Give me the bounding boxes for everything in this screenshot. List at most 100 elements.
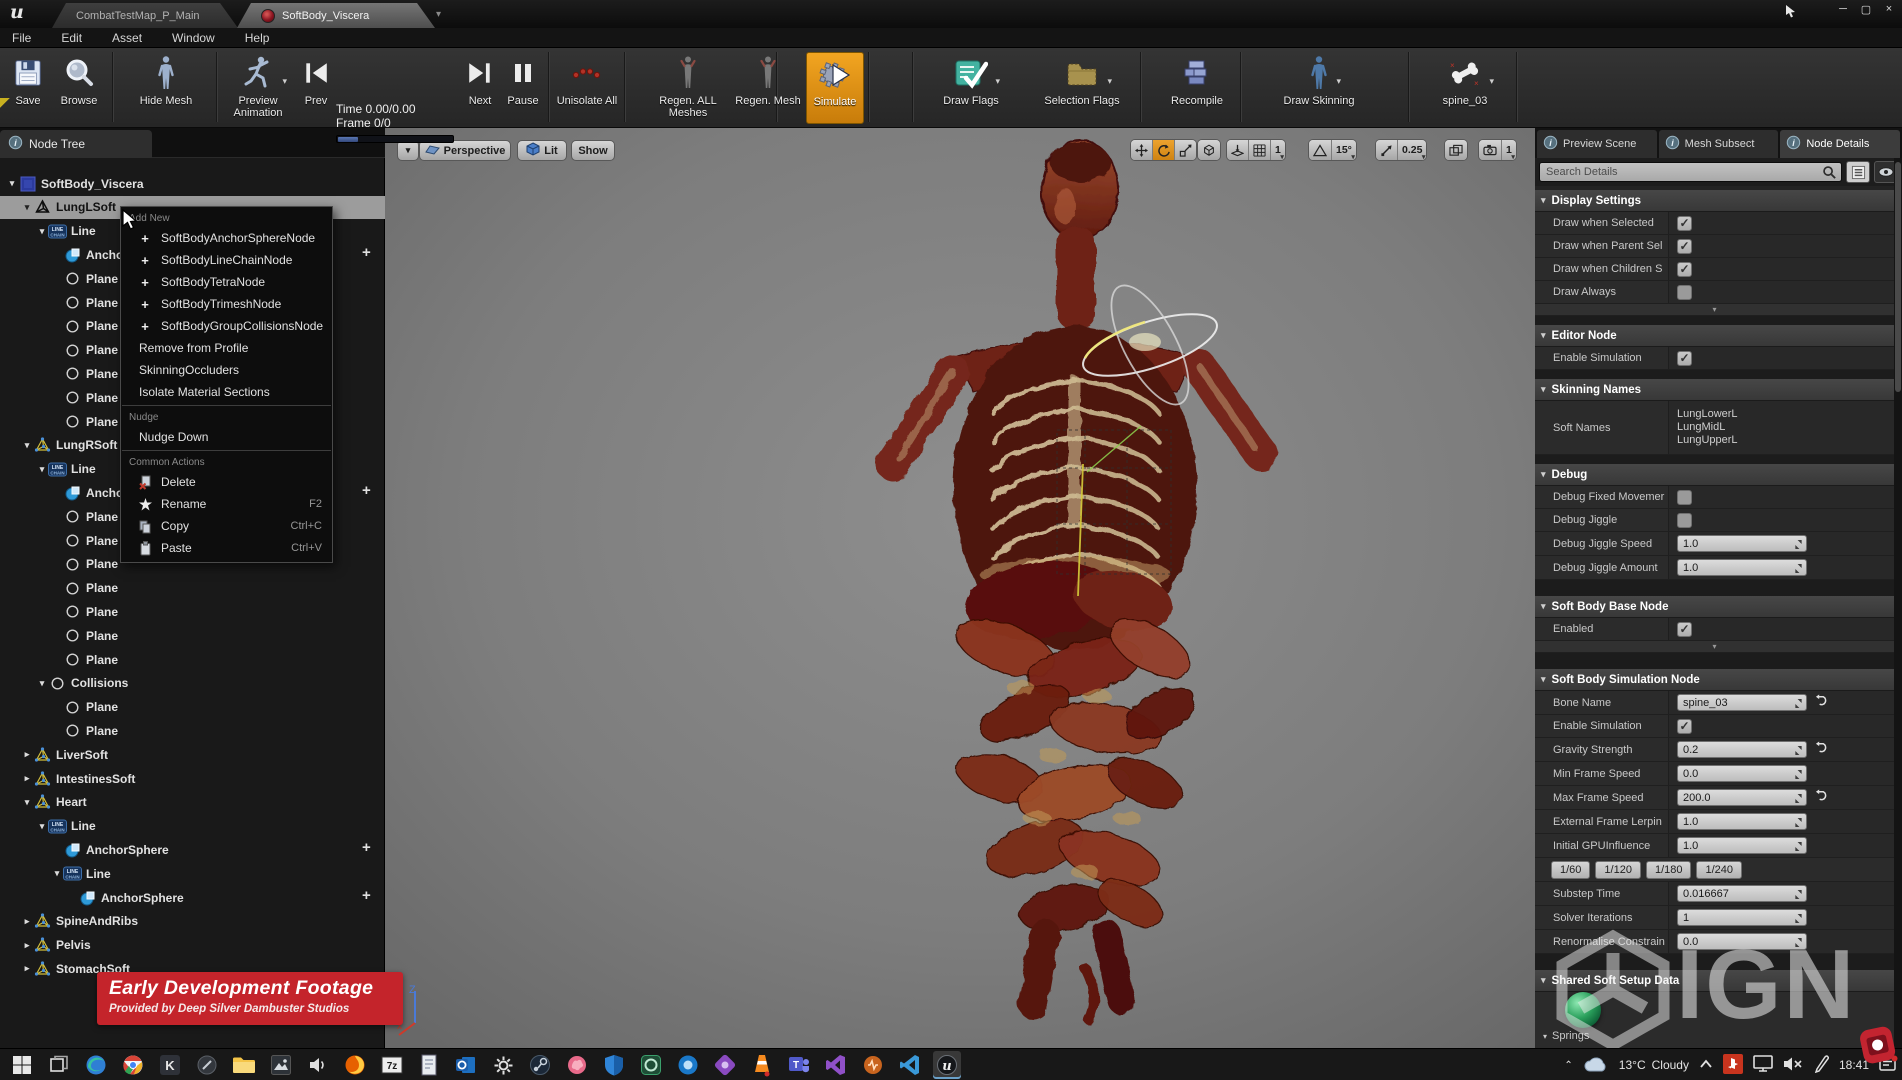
- tree-collapsed-arrow-icon[interactable]: ▸: [21, 940, 33, 951]
- value-field-gravity-strength[interactable]: 0.2: [1677, 741, 1807, 758]
- context-menu-item-paste[interactable]: PasteCtrl+V: [121, 537, 332, 559]
- camera-speed-value-button[interactable]: 1▾: [1502, 140, 1516, 160]
- context-menu-item-copy[interactable]: CopyCtrl+C: [121, 515, 332, 537]
- tree-item-line-29[interactable]: ▾LINECHAINLine: [0, 862, 385, 885]
- taskbar-icon-file-explorer[interactable]: [230, 1051, 258, 1079]
- tree-expanded-arrow-icon[interactable]: ▾: [36, 226, 48, 237]
- checkbox-enable-simulation[interactable]: ✓: [1677, 719, 1692, 734]
- taskbar-icon-obs[interactable]: [637, 1051, 665, 1079]
- dropdown-caret-icon[interactable]: ▾: [1107, 76, 1112, 87]
- section-expander[interactable]: ▾: [1535, 304, 1894, 316]
- preset-button-1-120[interactable]: 1/120: [1595, 861, 1641, 879]
- tree-collapsed-arrow-icon[interactable]: ▸: [21, 749, 33, 760]
- camera-speed-button[interactable]: [1479, 140, 1502, 160]
- taskbar-icon-edge[interactable]: [82, 1051, 110, 1079]
- tree-item-plane-19[interactable]: Plane: [0, 624, 385, 647]
- preset-button-1-60[interactable]: 1/60: [1551, 861, 1590, 879]
- tree-item-softbody-viscera-0[interactable]: ▾SoftBody_Viscera: [0, 172, 385, 195]
- tree-item-anchorsphere-30[interactable]: AnchorSphere+: [0, 886, 385, 909]
- tree-item-collisions-21[interactable]: ▾Collisions: [0, 672, 385, 695]
- asset-tab-combattestmap-p-main[interactable]: CombatTestMap_P_Main: [52, 3, 238, 28]
- spinner-icon[interactable]: [1794, 769, 1803, 783]
- tree-expanded-arrow-icon[interactable]: ▾: [36, 821, 48, 832]
- taskbar-icon-krita[interactable]: K: [156, 1051, 184, 1079]
- spinner-icon[interactable]: [1794, 913, 1803, 927]
- checkbox-debug-jiggle[interactable]: [1677, 513, 1692, 528]
- taskbar-icon-firefox[interactable]: [341, 1051, 369, 1079]
- draw-flags-button[interactable]: ▾Draw Flags: [930, 52, 1012, 124]
- hide-mesh-button[interactable]: Hide Mesh: [122, 52, 210, 124]
- display-icon[interactable]: [1753, 1055, 1773, 1075]
- context-menu-item-rename[interactable]: RenameF2: [121, 493, 332, 515]
- tree-item-plane-20[interactable]: Plane: [0, 648, 385, 671]
- selection-flags-button[interactable]: ▾Selection Flags: [1034, 52, 1130, 124]
- taskbar-icon-7zip[interactable]: 7z: [378, 1051, 406, 1079]
- view-options-icon[interactable]: [1846, 161, 1870, 183]
- weather-condition[interactable]: Cloudy: [1652, 1058, 1689, 1072]
- regen-all-meshes-button[interactable]: Regen. ALL Meshes: [646, 52, 730, 124]
- value-field-min-frame-speed[interactable]: 0.0: [1677, 765, 1807, 782]
- tree-item-plane-17[interactable]: Plane: [0, 577, 385, 600]
- spinner-icon[interactable]: [1794, 817, 1803, 831]
- minimize-button[interactable]: ─: [1836, 3, 1850, 16]
- tree-collapsed-arrow-icon[interactable]: ▸: [21, 773, 33, 784]
- value-field-bone-name[interactable]: spine_03: [1677, 694, 1807, 711]
- checkbox-draw-when-children-s[interactable]: ✓: [1677, 262, 1692, 277]
- taskbar-icon-steam[interactable]: [526, 1051, 554, 1079]
- taskbar-icon-task-view[interactable]: [45, 1051, 73, 1079]
- taskbar-icon-blue-app[interactable]: [674, 1051, 702, 1079]
- tray-chevron-icon[interactable]: ⌃: [1564, 1060, 1572, 1071]
- add-node-plus-icon[interactable]: +: [362, 839, 371, 856]
- value-field-solver-iterations[interactable]: 1: [1677, 909, 1807, 926]
- taskbar-icon-dark-app[interactable]: [193, 1051, 221, 1079]
- dropdown-caret-icon[interactable]: ▾: [1489, 76, 1494, 87]
- value-field-debug-jiggle-speed[interactable]: 1.0: [1677, 535, 1807, 552]
- value-field-initial-gpuinfluence[interactable]: 1.0: [1677, 837, 1807, 854]
- taskbar-icon-audio-app[interactable]: [859, 1051, 887, 1079]
- tab-dropdown-icon[interactable]: ▾: [436, 9, 441, 20]
- taskbar-icon-vlc[interactable]: [748, 1051, 776, 1079]
- revert-icon[interactable]: [1815, 694, 1828, 712]
- dropdown-caret-icon[interactable]: ▾: [995, 76, 1000, 87]
- timeline-slider[interactable]: [336, 135, 454, 143]
- preset-button-1-240[interactable]: 1/240: [1696, 861, 1742, 879]
- context-menu-item-softbodylinechainnode[interactable]: +SoftBodyLineChainNode: [121, 249, 332, 271]
- taskbar-icon-gitkraken[interactable]: [711, 1051, 739, 1079]
- details-tab-node-details[interactable]: iNode Details: [1780, 130, 1900, 158]
- revert-icon[interactable]: [1815, 741, 1828, 759]
- checkbox-draw-always[interactable]: [1677, 285, 1692, 300]
- checkbox-enabled[interactable]: ✓: [1677, 622, 1692, 637]
- tree-expanded-arrow-icon[interactable]: ▾: [21, 797, 33, 808]
- checkbox-enable-simulation[interactable]: ✓: [1677, 351, 1692, 366]
- value-field-external-frame-lerpin[interactable]: 1.0: [1677, 813, 1807, 830]
- prev-button[interactable]: Prev: [298, 52, 334, 124]
- tree-expanded-arrow-icon[interactable]: ▾: [51, 868, 63, 879]
- menu-help[interactable]: Help: [241, 31, 274, 45]
- spinner-icon[interactable]: [1794, 889, 1803, 903]
- spinner-icon[interactable]: [1794, 937, 1803, 951]
- viewport-button-viewport-options[interactable]: ▾: [397, 140, 419, 161]
- unisolate-all-button[interactable]: Unisolate All: [554, 52, 620, 124]
- tree-item-spineandribs-31[interactable]: ▸SpineAndRibs: [0, 910, 385, 933]
- tab-node-tree[interactable]: i Node Tree: [0, 130, 152, 158]
- tree-item-pelvis-32[interactable]: ▸Pelvis: [0, 934, 385, 957]
- context-menu-item-delete[interactable]: Delete: [121, 471, 332, 493]
- context-menu-item-nudge-down[interactable]: Nudge Down: [121, 426, 332, 448]
- tree-expanded-arrow-icon[interactable]: ▾: [36, 464, 48, 475]
- taskbar-icon-start[interactable]: [8, 1051, 36, 1079]
- recompile-button[interactable]: Recompile: [1156, 52, 1238, 124]
- section-header-debug[interactable]: ▾Debug: [1535, 464, 1894, 486]
- scale-snap-button[interactable]: [1376, 140, 1398, 160]
- taskbar-icon-unreal[interactable]: u: [933, 1051, 961, 1079]
- spinner-icon[interactable]: [1794, 793, 1803, 807]
- section-expander[interactable]: ▾: [1535, 641, 1894, 653]
- tree-collapsed-arrow-icon[interactable]: ▸: [21, 916, 33, 927]
- tree-item-plane-22[interactable]: Plane: [0, 696, 385, 719]
- weather-temp[interactable]: 13°C: [1619, 1058, 1646, 1072]
- surface-snap-button[interactable]: [1227, 140, 1249, 160]
- playstation-icon[interactable]: [1723, 1054, 1743, 1077]
- context-menu-item-softbodygroupcollisionsnode[interactable]: +SoftBodyGroupCollisionsNode: [121, 315, 332, 337]
- grid-snap-value-button[interactable]: 1▾: [1271, 140, 1285, 160]
- menu-file[interactable]: File: [8, 31, 35, 45]
- section-header-soft-body-base-node[interactable]: ▾Soft Body Base Node: [1535, 596, 1894, 618]
